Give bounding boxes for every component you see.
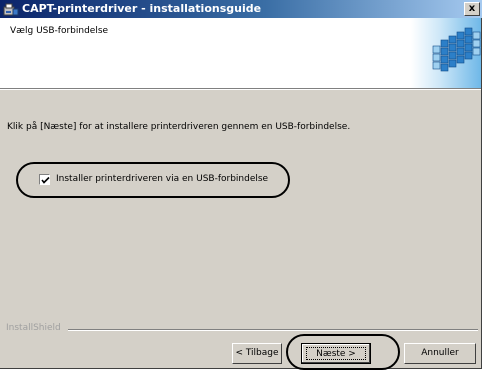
installshield-brand: InstallShield [6,323,61,333]
usb-install-checkbox[interactable] [39,174,50,185]
close-icon: x [468,3,476,14]
installer-app-icon [3,2,19,16]
checkmark-icon [41,176,50,184]
window-title: CAPT-printerdriver - installationsguide [22,2,262,15]
cancel-button[interactable]: Annuller [404,343,476,364]
next-button-highlight-ring [286,334,400,370]
back-button[interactable]: < Tilbage [232,343,282,364]
installer-window: CAPT-printerdriver - installationsguide … [0,0,482,370]
printer-cube-graphic [411,18,481,88]
title-bar[interactable]: CAPT-printerdriver - installationsguide … [0,0,482,18]
close-button[interactable]: x [464,2,480,16]
usb-install-checkbox-label[interactable]: Installer printerdriveren via en USB-for… [56,174,268,184]
header-panel: Vælg USB-forbindelse [0,18,481,88]
header-divider [0,88,481,90]
page-title: Vælg USB-forbindelse [10,26,109,36]
footer-divider [68,329,478,331]
instruction-text: Klik på [Næste] for at installere printe… [7,122,351,132]
